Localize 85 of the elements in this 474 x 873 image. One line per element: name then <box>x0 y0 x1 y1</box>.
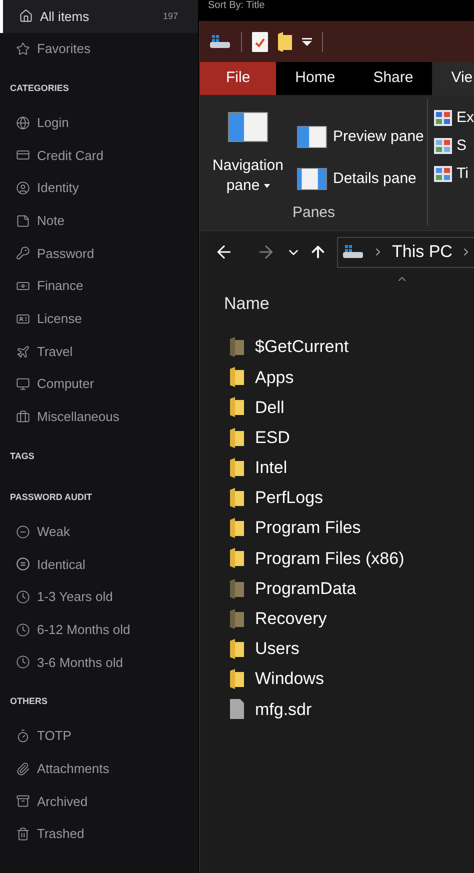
sidebar-item[interactable]: 1-3 Years old <box>0 580 198 614</box>
sidebar-item[interactable]: Password <box>0 237 198 270</box>
drive-icon <box>209 34 231 50</box>
file-icon <box>229 699 245 720</box>
note-icon <box>16 214 30 228</box>
file-row[interactable]: Program Files (x86) <box>229 543 474 574</box>
sidebar-item[interactable]: Attachments <box>0 752 198 786</box>
pane-layout-icon <box>297 168 327 190</box>
pane-layout-icon <box>228 112 268 142</box>
sidebar-item[interactable]: Credit Card <box>0 139 198 172</box>
sidebar-item[interactable]: Finance <box>0 270 198 302</box>
group-label: Panes <box>291 202 336 222</box>
sidebar-item[interactable]: Favorites <box>0 32 198 66</box>
sidebar-item[interactable]: Travel <box>0 335 198 368</box>
sidebar-item[interactable]: All items 197 <box>0 0 198 33</box>
file-row[interactable]: Users <box>229 634 474 664</box>
trash-icon <box>16 827 30 842</box>
section-heading: CATEGORIES <box>9 82 70 96</box>
file-row[interactable]: Recovery <box>229 604 474 634</box>
sidebar-item[interactable]: Archived <box>0 785 198 818</box>
pane-layout-icon <box>297 126 327 148</box>
pane-button[interactable]: Preview pane <box>297 126 424 148</box>
star-icon <box>16 42 30 56</box>
clipboard-check-icon[interactable] <box>252 32 268 52</box>
column-header[interactable]: Name <box>224 291 270 316</box>
path-segment[interactable]: This PC <box>392 239 452 265</box>
briefcase-icon <box>16 410 30 424</box>
sidebar-item[interactable]: 3-6 Months old <box>0 646 198 679</box>
thumbnail-icon <box>434 110 452 126</box>
plane-icon <box>16 344 30 359</box>
file-row[interactable]: Dell <box>229 392 474 423</box>
ribbon-tab[interactable]: File <box>200 62 276 95</box>
minus-circle-icon <box>16 524 30 539</box>
file-row[interactable]: Apps <box>229 362 474 392</box>
section-heading: PASSWORD AUDIT <box>9 491 93 504</box>
equal-circle-icon <box>16 557 30 572</box>
caret-icon <box>264 184 270 188</box>
timer-icon <box>16 729 30 744</box>
sidebar-item[interactable]: TOTP <box>0 720 198 752</box>
file-row[interactable]: ProgramData <box>229 574 474 604</box>
layout-option[interactable]: S <box>434 135 474 157</box>
archive-icon <box>16 794 30 808</box>
thumbnail-icon <box>434 166 452 182</box>
credit-card-icon <box>16 148 30 162</box>
file-row[interactable]: $GetCurrent <box>229 332 474 362</box>
sidebar-item[interactable]: 6-12 Months old <box>0 613 198 646</box>
item-count: 197 <box>162 12 178 21</box>
section-heading: TAGS <box>9 450 36 463</box>
user-circle-icon <box>16 181 30 196</box>
section-heading: OTHERS <box>9 695 49 708</box>
layout-option[interactable]: Ex <box>434 107 474 129</box>
file-row[interactable]: PerfLogs <box>229 482 474 514</box>
clock-icon <box>16 655 30 670</box>
clock-icon <box>16 590 30 604</box>
file-row[interactable]: Windows <box>229 664 474 694</box>
file-row[interactable]: Intel <box>229 452 474 483</box>
navigation-pane-button[interactable]: Navigation pane <box>203 112 293 202</box>
file-row[interactable]: Program Files <box>229 513 474 544</box>
clock-icon <box>16 622 30 637</box>
file-row[interactable]: ESD <box>229 422 474 453</box>
dropdown-icon[interactable] <box>302 38 312 46</box>
monitor-icon <box>16 377 30 392</box>
sidebar-item[interactable]: Trashed <box>0 818 198 850</box>
sidebar-item[interactable]: License <box>0 302 198 336</box>
sort-label: Sort By: Title <box>207 0 266 11</box>
sidebar-item[interactable]: Miscellaneous <box>0 400 198 434</box>
drive-icon <box>342 244 364 260</box>
sidebar-item[interactable]: Identical <box>0 548 198 581</box>
paperclip-icon <box>16 762 30 776</box>
sidebar-item[interactable]: Computer <box>0 368 198 401</box>
layout-option[interactable]: Ti <box>434 163 474 185</box>
id-card-icon <box>16 312 30 326</box>
sidebar-item[interactable]: Login <box>0 106 198 140</box>
key-icon <box>16 246 30 260</box>
sidebar-item[interactable]: Note <box>0 204 198 238</box>
file-row[interactable]: mfg.sdr <box>229 694 474 724</box>
home-icon <box>19 9 33 24</box>
sidebar-item[interactable]: Weak <box>0 515 198 548</box>
thumbnail-icon <box>434 138 452 154</box>
sidebar-item[interactable]: Identity <box>0 172 198 204</box>
ribbon-tab[interactable]: Vie <box>432 62 474 95</box>
address-bar[interactable]: This PC <box>337 236 474 268</box>
globe-icon <box>16 116 30 130</box>
folder-icon[interactable] <box>278 32 292 52</box>
pane-button[interactable]: Details pane <box>297 168 424 190</box>
